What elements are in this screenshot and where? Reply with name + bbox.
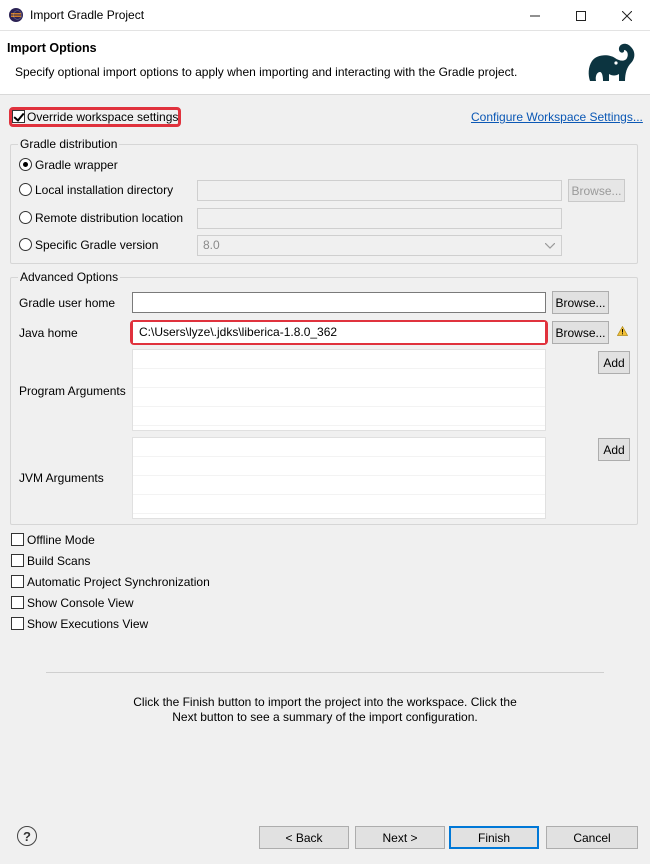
program-arguments-list[interactable] [132, 349, 546, 431]
radio-remote-distribution-label: Remote distribution location [35, 211, 184, 225]
cancel-button[interactable]: Cancel [546, 826, 638, 849]
local-installation-field[interactable] [197, 180, 562, 201]
help-icon[interactable]: ? [17, 826, 37, 846]
java-home-label: Java home [19, 326, 78, 340]
maximize-button[interactable] [558, 0, 604, 31]
offline-mode-label: Offline Mode [27, 533, 95, 547]
program-arguments-label: Program Arguments [19, 384, 126, 398]
radio-gradle-wrapper-label: Gradle wrapper [35, 158, 118, 172]
java-home-browse-button[interactable]: Browse... [552, 321, 609, 344]
gradle-version-value: 8.0 [203, 238, 220, 252]
footer-line-1: Click the Finish button to import the pr… [133, 695, 517, 709]
back-button[interactable]: < Back [259, 826, 349, 849]
chevron-down-icon [545, 243, 555, 249]
radio-gradle-wrapper[interactable] [19, 158, 32, 171]
gradle-user-home-label: Gradle user home [19, 296, 116, 310]
wizard-header: Import Options Specify optional import o… [0, 31, 650, 95]
close-button[interactable] [604, 0, 650, 31]
java-home-field[interactable]: C:\Users\lyze\.jdks\liberica-1.8.0_362 [133, 322, 545, 343]
show-console-label: Show Console View [27, 596, 134, 610]
jvm-arguments-add-button[interactable]: Add [598, 438, 630, 461]
radio-local-installation-label: Local installation directory [35, 183, 174, 197]
finish-button[interactable]: Finish [449, 826, 539, 849]
local-browse-button[interactable]: Browse... [568, 179, 625, 202]
configure-workspace-link[interactable]: Configure Workspace Settings... [471, 110, 643, 124]
minimize-button[interactable] [512, 0, 558, 31]
warning-icon [617, 326, 628, 336]
title-bar: Import Gradle Project [0, 0, 650, 31]
jvm-arguments-list[interactable] [132, 437, 546, 519]
radio-local-installation[interactable] [19, 183, 32, 196]
advanced-options-label: Advanced Options [18, 270, 121, 284]
program-arguments-add-button[interactable]: Add [598, 351, 630, 374]
override-workspace-label: Override workspace settings [27, 110, 179, 124]
override-workspace-checkbox[interactable] [12, 110, 25, 123]
gradle-distribution-label: Gradle distribution [18, 137, 120, 151]
gradle-user-home-field[interactable] [132, 292, 546, 313]
radio-remote-distribution[interactable] [19, 211, 32, 224]
radio-specific-version-label: Specific Gradle version [35, 238, 159, 252]
window-title: Import Gradle Project [30, 8, 145, 22]
offline-mode-checkbox[interactable] [11, 533, 24, 546]
next-button[interactable]: Next > [355, 826, 445, 849]
build-scans-checkbox[interactable] [11, 554, 24, 567]
show-console-checkbox[interactable] [11, 596, 24, 609]
show-executions-label: Show Executions View [27, 617, 149, 631]
close-icon [622, 10, 632, 21]
page-title: Import Options [7, 41, 97, 55]
eclipse-icon [9, 8, 23, 22]
show-executions-checkbox[interactable] [11, 617, 24, 630]
gradle-version-select[interactable]: 8.0 [197, 235, 562, 256]
maximize-icon [576, 10, 586, 21]
jvm-arguments-label: JVM Arguments [19, 471, 104, 485]
radio-specific-version[interactable] [19, 238, 32, 251]
build-scans-label: Build Scans [27, 554, 91, 568]
minimize-icon [530, 15, 540, 16]
auto-sync-label: Automatic Project Synchronization [27, 575, 210, 589]
gradle-user-home-browse-button[interactable]: Browse... [552, 291, 609, 314]
remote-distribution-field[interactable] [197, 208, 562, 229]
gradle-elephant-icon [588, 43, 635, 81]
footer-separator [46, 672, 604, 673]
page-description: Specify optional import options to apply… [15, 65, 518, 79]
auto-sync-checkbox[interactable] [11, 575, 24, 588]
footer-line-2: Next button to see a summary of the impo… [172, 710, 478, 724]
